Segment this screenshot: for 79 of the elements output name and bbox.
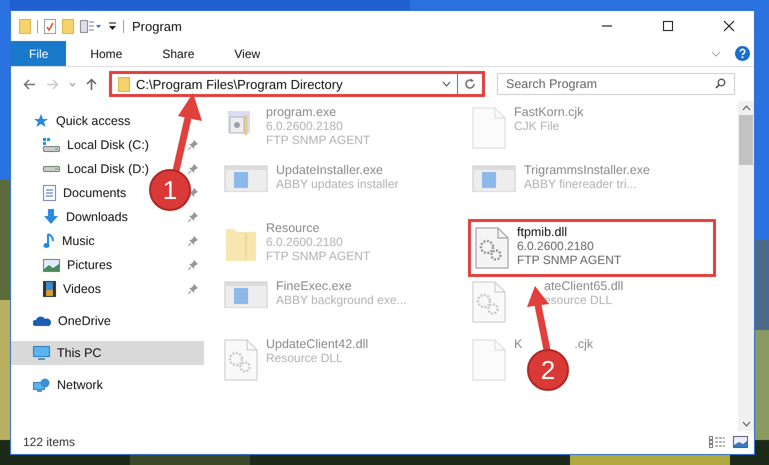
dropdown-icon[interactable] [442,81,451,87]
large-icons-view-icon[interactable] [733,436,748,448]
file-name: ftpmib.dll [517,225,568,239]
nav-item[interactable]: Pictures [11,253,116,277]
refresh-icon[interactable] [464,78,476,90]
file-detail: Resource DLL [266,351,343,365]
search-field[interactable]: Search Program [497,73,735,95]
file-name: .cjk [574,337,594,351]
music-note-icon [43,233,55,249]
file-name: Resource [266,221,320,235]
film-icon [43,281,56,297]
file-detail: CJK File [514,119,560,133]
pin-icon[interactable] [188,140,198,150]
file-detail: FTP SNMP AGENT [517,253,622,267]
customize-icon[interactable] [108,21,117,31]
file-detail: ABBY finereader tri... [524,177,636,191]
nav-item[interactable]: Videos [11,277,105,301]
ribbon-tab[interactable]: File [11,41,66,66]
ribbon-tab[interactable]: Home [74,41,138,66]
pin-icon[interactable] [188,164,198,174]
address-bar[interactable]: C:\Program Files\Program Directory [109,71,485,97]
help-icon[interactable] [735,46,750,61]
nav-item[interactable]: Local Disk (C:) [11,133,153,157]
file-detail: FTP SNMP AGENT [266,249,370,263]
pin-icon[interactable] [188,284,198,294]
file-detail: ABBY updates installer [276,177,399,191]
file-detail: FTP SNMP AGENT [266,133,370,147]
scroll-up-icon[interactable] [742,105,750,111]
pin-icon[interactable] [188,260,198,270]
search-icon [715,78,726,89]
pin-icon[interactable] [188,236,198,246]
nav-item[interactable]: Network [11,373,107,397]
nav-item[interactable]: Quick access [11,109,134,133]
file-name: UpdateClient42.dll [266,337,368,351]
nav-item[interactable]: Documents [11,181,130,205]
star-icon [33,113,49,129]
nav-item[interactable]: OneDrive [11,309,115,333]
file-name: K [514,337,522,351]
pin-icon[interactable] [188,212,198,222]
up-icon[interactable] [86,78,97,90]
file-name: program.exe [266,105,336,119]
picture-icon [43,258,60,272]
drive-icon [43,166,60,172]
file-detail: 6.0.2600.2180 [266,235,343,249]
monitor-icon [33,346,50,360]
nav-item[interactable]: Music [11,229,99,253]
document-icon [43,185,56,201]
nav-item[interactable]: This PC [11,341,204,365]
cloud-icon [33,315,51,327]
file-detail: 6.0.2600.2180 [266,119,343,133]
view-icon[interactable] [80,18,102,34]
details-view-icon[interactable] [709,436,725,448]
ribbon-tab[interactable]: View [218,41,276,66]
file-name: ateClient65.dll [544,279,624,293]
properties-icon[interactable] [44,18,56,34]
nav-item[interactable]: Downloads [11,205,132,229]
download-icon [43,209,59,225]
file-name: TrigrammsInstaller.exe [524,163,650,177]
file-name: FineExec.exe [276,279,352,293]
scroll-down-icon[interactable] [742,421,750,427]
file-detail: 6.0.2600.2180 [517,239,594,253]
chevron-icon[interactable] [711,50,721,56]
window-title: Program [132,18,182,34]
file-name: UpdateInstaller.exe [276,163,384,177]
file-name: FastKorn.cjk [514,105,584,119]
step-badge: 1 [149,169,191,211]
step-badge: 2 [527,349,569,391]
folder-icon [118,76,130,92]
drive-icon [43,138,60,152]
back-icon[interactable] [23,78,36,90]
close-icon[interactable] [723,20,735,32]
scrollbar-thumb[interactable] [739,115,753,165]
pin-icon[interactable] [188,188,198,198]
minimize-icon[interactable] [601,25,613,27]
network-icon [33,378,50,392]
item-count: 122 items [23,435,76,449]
maximize-icon[interactable] [662,20,674,32]
ribbon-tab[interactable]: Share [146,41,210,66]
file-detail: ABBY background exe... [276,293,407,307]
